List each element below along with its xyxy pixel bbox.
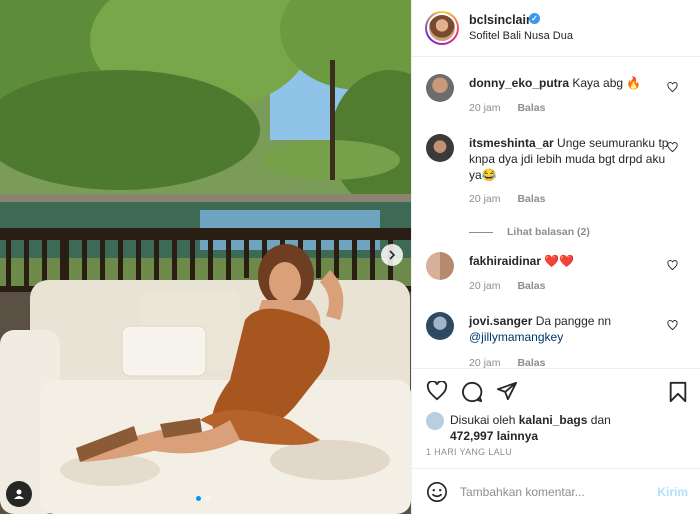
- save-bookmark-icon[interactable]: [668, 381, 688, 403]
- user-tag-button[interactable]: [6, 481, 32, 507]
- likes-suffix[interactable]: lainnya: [497, 429, 538, 443]
- author-avatar[interactable]: [425, 11, 459, 45]
- like-comment-heart-icon[interactable]: [667, 82, 678, 93]
- commenter-avatar[interactable]: [426, 312, 454, 340]
- photo-illustration: [0, 0, 411, 514]
- like-heart-icon[interactable]: [426, 381, 448, 401]
- comment-username[interactable]: itsmeshinta_ar: [469, 136, 554, 150]
- comment-text: ❤️❤️: [544, 254, 575, 268]
- user-tag-icon: [14, 489, 24, 499]
- post-photo[interactable]: [0, 0, 411, 514]
- comment-username[interactable]: jovi.sanger: [469, 314, 532, 328]
- comments-list: donny_eko_putra Kaya abg 🔥 20 jam Balas …: [412, 57, 700, 368]
- comment-time[interactable]: 20 jam: [469, 280, 501, 292]
- next-photo-button[interactable]: [381, 244, 403, 266]
- reply-button[interactable]: Balas: [517, 357, 545, 368]
- post-actions-bar: [412, 368, 700, 404]
- commenter-avatar[interactable]: [426, 252, 454, 280]
- like-comment-heart-icon[interactable]: [667, 260, 678, 271]
- post-side-panel: bclsinclair ✓ Sofitel Bali Nusa Dua donn…: [411, 0, 700, 514]
- comment-composer: Kirim: [412, 468, 700, 514]
- carousel-indicator: [196, 496, 210, 501]
- emoji-smile-icon[interactable]: [426, 481, 448, 503]
- likes-conjunction: dan: [590, 413, 611, 427]
- like-comment-heart-icon[interactable]: [667, 142, 678, 153]
- likes-prefix: Disukai oleh: [450, 413, 516, 427]
- comment-bubble-icon[interactable]: [461, 381, 483, 403]
- reply-button[interactable]: Balas: [517, 193, 545, 205]
- post-location[interactable]: Sofitel Bali Nusa Dua: [469, 30, 573, 42]
- comment-time[interactable]: 20 jam: [469, 357, 501, 368]
- view-replies-button[interactable]: Lihat balasan (2): [469, 226, 590, 238]
- likes-summary: Disukai oleh kalani_bags dan 472,997 lai…: [426, 410, 690, 443]
- verified-badge-icon: ✓: [529, 13, 540, 24]
- first-liker-link[interactable]: kalani_bags: [519, 413, 588, 427]
- liker-avatar[interactable]: [426, 412, 444, 430]
- commenter-avatar[interactable]: [426, 134, 454, 162]
- comment-username[interactable]: donny_eko_putra: [469, 76, 569, 90]
- chevron-right-icon: [389, 250, 396, 260]
- reply-button[interactable]: Balas: [517, 280, 545, 292]
- add-comment-input[interactable]: [460, 481, 650, 503]
- carousel-dot: [205, 496, 210, 501]
- carousel-dot-active: [196, 496, 201, 501]
- commenter-avatar[interactable]: [426, 74, 454, 102]
- comment-mention-link[interactable]: @jillymamangkey: [469, 330, 563, 344]
- comment-text: Da pangge nn: [535, 314, 612, 328]
- comment-text: Kaya abg 🔥: [572, 76, 642, 90]
- comment-time[interactable]: 20 jam: [469, 193, 501, 205]
- author-username[interactable]: bclsinclair: [469, 13, 531, 27]
- post-timestamp[interactable]: 1 HARI YANG LALU: [426, 447, 512, 457]
- post-comment-button[interactable]: Kirim: [657, 485, 688, 499]
- post-header: bclsinclair ✓ Sofitel Bali Nusa Dua: [412, 0, 700, 57]
- reply-button[interactable]: Balas: [517, 102, 545, 114]
- comment-time[interactable]: 20 jam: [469, 102, 501, 114]
- comment-username[interactable]: fakhiraidinar: [469, 254, 541, 268]
- like-comment-heart-icon[interactable]: [667, 320, 678, 331]
- likes-count-link[interactable]: 472,997: [450, 429, 493, 443]
- share-paper-plane-icon[interactable]: [496, 381, 518, 401]
